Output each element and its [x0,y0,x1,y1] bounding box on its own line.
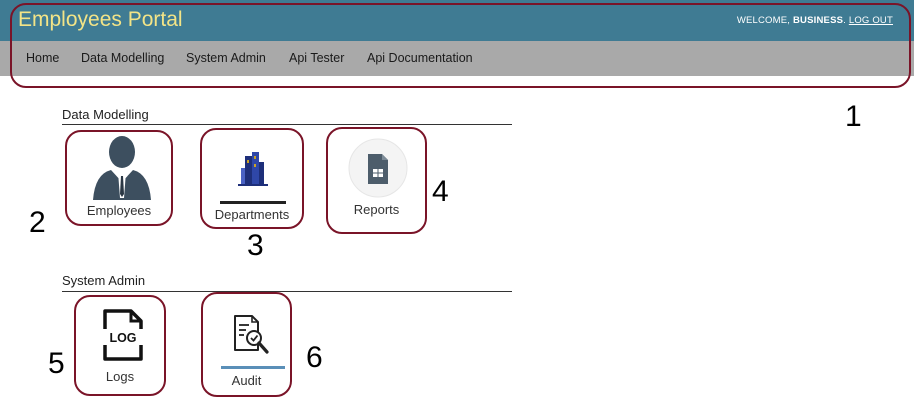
person-icon [93,136,151,200]
log-file-icon: LOG [101,309,145,361]
annotation-number-5: 5 [48,347,65,380]
section-divider [62,291,512,292]
logo-bar-decoration [220,201,286,204]
annotation-number-3: 3 [247,229,264,262]
tile-reports[interactable]: Reports [326,127,427,234]
building-icon [238,152,268,186]
section-title-system-admin: System Admin [62,273,146,288]
tile-departments[interactable]: Departments [200,128,304,229]
tile-label-employees: Employees [86,203,152,218]
annotation-number-2: 2 [29,206,46,239]
section-title-data-modelling: Data Modelling [62,107,149,122]
audit-document-icon [234,315,269,354]
spreadsheet-icon [348,138,408,198]
annotation-box-header [10,3,911,88]
accent-bar-decoration [221,366,285,369]
annotation-number-6: 6 [306,341,323,374]
tile-label-departments: Departments [214,207,290,222]
annotation-number-1: 1 [845,100,862,133]
tile-employees[interactable]: Employees [65,130,173,226]
tile-label-audit: Audit [231,373,262,388]
section-divider [62,124,512,125]
annotation-number-4: 4 [432,175,449,208]
tile-label-reports: Reports [353,202,400,217]
svg-text:LOG: LOG [109,331,136,345]
tile-logs[interactable]: LOG Logs [74,295,166,396]
tile-label-logs: Logs [105,369,135,384]
tile-audit[interactable]: Audit [201,292,292,397]
